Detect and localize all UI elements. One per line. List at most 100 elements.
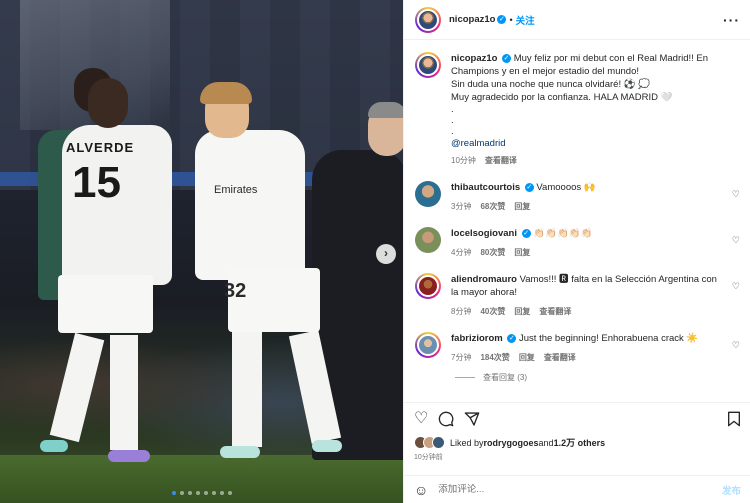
- carousel-dot: [171, 491, 176, 495]
- comment-likes[interactable]: 184次赞: [480, 351, 509, 364]
- caption-line: Muy agradecido por la confianza. HALA MA…: [451, 92, 673, 103]
- translate-link[interactable]: 查看翻译: [544, 351, 576, 364]
- caption-dot: .: [451, 126, 454, 137]
- avatar[interactable]: [415, 6, 441, 33]
- more-options-icon[interactable]: ···: [723, 12, 740, 28]
- reply-button[interactable]: 回复: [519, 351, 535, 364]
- likes-and: and: [538, 437, 554, 448]
- comment-item: aliendromauro Vamos!!! 🆁 falta en la Sel…: [415, 273, 740, 318]
- carousel-dot: [211, 491, 216, 495]
- likes-others[interactable]: 1.2万 others: [554, 436, 606, 449]
- carousel-dot: [227, 491, 232, 495]
- avatar[interactable]: [415, 227, 441, 253]
- avatar: [432, 436, 445, 449]
- shirt-number: 15: [72, 158, 121, 207]
- comments-list[interactable]: nicopaz1o ✓ Muy feliz por mi debut con e…: [404, 40, 750, 402]
- verified-badge-icon: ✓: [524, 182, 534, 192]
- player2-hair: [200, 82, 252, 104]
- comment-icon[interactable]: [438, 411, 454, 427]
- comment-likes[interactable]: 68次赞: [480, 200, 505, 213]
- carousel-dot: [187, 491, 192, 495]
- post-actions: ♡ Liked by rodrygogoes and 1.2万 others 1…: [404, 402, 750, 462]
- comment-item: locelsogiovani ✓ 👏🏻👏🏻👏🏻👏🏻👏🏻 4分钟 80次赞 回复 …: [415, 227, 740, 259]
- likes-summary[interactable]: Liked by rodrygogoes and 1.2万 others: [414, 436, 741, 449]
- avatar[interactable]: [415, 181, 441, 207]
- carousel-dots: [0, 491, 403, 495]
- shirt-name: ALVERDE: [66, 140, 135, 155]
- comment-text: Vamoooos 🙌: [536, 182, 596, 193]
- carousel-dot: [219, 491, 224, 495]
- comment-username[interactable]: locelsogiovani: [451, 228, 517, 239]
- mention-link[interactable]: @realmadrid: [451, 137, 736, 150]
- comment-heart-icon[interactable]: ♡: [732, 189, 740, 200]
- avatar[interactable]: [415, 52, 441, 78]
- avatar[interactable]: [415, 332, 441, 358]
- comment-time: 3分钟: [451, 202, 472, 211]
- translate-link[interactable]: 查看翻译: [485, 154, 517, 167]
- reply-button[interactable]: 回复: [514, 200, 530, 213]
- player1-shorts: [58, 275, 153, 333]
- comment-text: 👏🏻👏🏻👏🏻👏🏻👏🏻: [533, 228, 593, 239]
- emoji-icon[interactable]: ☺: [414, 482, 428, 498]
- comment-username[interactable]: aliendromauro: [451, 274, 517, 285]
- comment-item: thibautcourtois ✓ Vamoooos 🙌 3分钟 68次赞 回复…: [415, 181, 740, 213]
- player2-shirt: [195, 130, 305, 280]
- shirt-sponsor: Emirates: [214, 184, 258, 196]
- avatar[interactable]: [415, 273, 441, 299]
- replies-line: [455, 377, 475, 378]
- carousel-dot: [203, 491, 208, 495]
- comment-likes[interactable]: 80次赞: [480, 246, 505, 259]
- shoe: [108, 450, 150, 462]
- caption-dot: .: [451, 115, 454, 126]
- caption-username[interactable]: nicopaz1o: [451, 53, 497, 64]
- comment-heart-icon[interactable]: ♡: [732, 340, 740, 351]
- caption-line: Champions y en el mejor estadio del mund…: [451, 66, 639, 77]
- comment-time: 8分钟: [451, 307, 472, 316]
- comment-item: fabriziorom ✓ Just the beginning! Enhora…: [415, 332, 740, 364]
- separator: •: [509, 14, 513, 25]
- post-comment-button[interactable]: 发布: [722, 483, 741, 497]
- caption-time: 10分钟: [451, 156, 476, 165]
- caption: nicopaz1o ✓ Muy feliz por mi debut con e…: [415, 52, 740, 167]
- verified-badge-icon: ✓: [521, 228, 531, 238]
- player1-head: [88, 78, 128, 128]
- caption-line: Sin duda una noche que nunca olvidaré! ⚽…: [451, 79, 651, 90]
- shoe: [312, 440, 342, 452]
- follow-button[interactable]: 关注: [516, 13, 535, 27]
- comment-username[interactable]: thibautcourtois: [451, 182, 520, 193]
- translate-link[interactable]: 查看翻译: [539, 305, 571, 318]
- liker-avatars: [414, 436, 445, 449]
- shoe: [40, 440, 68, 452]
- comment-likes[interactable]: 40次赞: [480, 305, 505, 318]
- pitch: [0, 455, 403, 503]
- comment-heart-icon[interactable]: ♡: [732, 235, 740, 246]
- instagram-post-view: ALVERDE 15 Emirates 32 › nicopaz1o ✓ • 关…: [0, 0, 750, 503]
- heart-icon[interactable]: ♡: [414, 411, 428, 427]
- caption-dot: .: [451, 104, 454, 115]
- bookmark-icon[interactable]: [727, 411, 741, 427]
- post-time: 10分钟前: [414, 454, 443, 461]
- comment-username[interactable]: fabriziorom: [451, 333, 503, 344]
- verified-badge-icon: ✓: [502, 53, 512, 63]
- header-username[interactable]: nicopaz1o: [449, 14, 495, 25]
- player1-leg: [110, 335, 138, 450]
- verified-badge-icon: ✓: [507, 333, 517, 343]
- comment-text: Just the beginning! Enhorabuena crack ☀️: [519, 333, 699, 344]
- shoe: [220, 446, 260, 458]
- coach-hair: [368, 102, 403, 118]
- liker-username[interactable]: rodrygogoes: [484, 438, 539, 448]
- comment-time: 4分钟: [451, 248, 472, 257]
- carousel-dot: [195, 491, 200, 495]
- share-icon[interactable]: [464, 411, 480, 427]
- comment-time: 7分钟: [451, 353, 472, 362]
- view-replies-label: 查看回复 (3): [483, 373, 527, 382]
- reply-button[interactable]: 回复: [514, 305, 530, 318]
- likes-prefix: Liked by: [450, 437, 484, 448]
- comment-heart-icon[interactable]: ♡: [732, 281, 740, 292]
- reply-button[interactable]: 回复: [514, 246, 530, 259]
- post-photo[interactable]: ALVERDE 15 Emirates 32 ›: [0, 0, 403, 503]
- view-replies-button[interactable]: 查看回复 (3): [455, 372, 740, 383]
- comment-input[interactable]: [438, 484, 722, 495]
- carousel-next-button[interactable]: ›: [376, 244, 396, 264]
- post-side-panel: nicopaz1o ✓ • 关注 ··· nicopaz1o ✓ Muy fel…: [403, 0, 750, 503]
